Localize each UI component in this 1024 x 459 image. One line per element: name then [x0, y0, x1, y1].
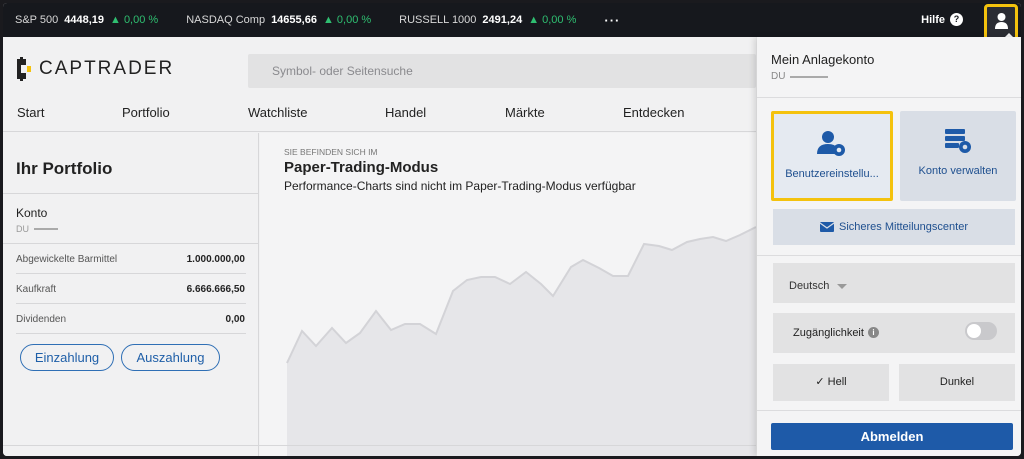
main-nav: Start Portfolio Watchliste Handel Märkte…: [3, 100, 756, 132]
logo-text: CAPTRADER: [39, 58, 175, 79]
nav-start[interactable]: Start: [17, 105, 44, 120]
help-icon: ?: [950, 13, 963, 26]
ticker-value: 4448,19: [64, 14, 104, 26]
market-ticker-bar: S&P 500 4448,19 ▲ 0,00 % NASDAQ Comp 146…: [3, 3, 1021, 44]
portfolio-panel: Ihr Portfolio Konto DU Abgewickelte Barm…: [3, 133, 259, 456]
language-value: Deutsch: [789, 280, 830, 292]
theme-light-label: Hell: [827, 376, 847, 388]
nav-maerkte[interactable]: Märkte: [505, 105, 545, 120]
ticker-item-nasdaq[interactable]: NASDAQ Comp 14655,66 ▲ 0,00 %: [186, 14, 371, 26]
theme-dark-button[interactable]: Dunkel: [899, 364, 1015, 401]
mode-eyebrow: SIE BEFINDEN SICH IM: [284, 147, 378, 157]
help-label: Hilfe: [921, 13, 945, 26]
divider: [3, 243, 259, 244]
check-icon: ✓: [815, 376, 825, 388]
balance-row: Abgewickelte Barmittel 1.000.000,00: [16, 254, 245, 265]
dividends-label: Dividenden: [16, 314, 67, 325]
theme-light-button[interactable]: ✓ Hell: [773, 364, 889, 401]
divider: [757, 97, 1021, 98]
ticker-item-sp500[interactable]: S&P 500 4448,19 ▲ 0,00 %: [15, 14, 158, 26]
logout-button[interactable]: Abmelden: [771, 423, 1013, 450]
divider: [3, 445, 756, 446]
user-settings-icon: [817, 131, 845, 156]
accessibility-label: Zugänglichkeit: [793, 327, 864, 339]
ticker-change: ▲ 0,00 %: [322, 14, 372, 26]
user-settings-button[interactable]: Benutzereinstellu...: [771, 111, 893, 201]
balance-value: 1.000.000,00: [186, 254, 245, 265]
chevron-down-icon: [837, 283, 848, 289]
buying-power-label: Kaufkraft: [16, 284, 57, 295]
redacted-id-bar: [790, 75, 829, 78]
ticker-item-russell[interactable]: RUSSELL 1000 2491,24 ▲ 0,00 %: [399, 14, 576, 26]
secure-message-center-label: Sicheres Mitteilungscenter: [838, 221, 968, 233]
nav-entdecken[interactable]: Entdecken: [623, 105, 684, 120]
divider: [16, 273, 246, 274]
manage-account-icon: [945, 129, 971, 153]
account-id-text: DU: [771, 71, 786, 82]
ticker-name: S&P 500: [15, 14, 59, 26]
divider: [757, 255, 1021, 256]
manage-account-label: Konto verwalten: [918, 165, 998, 177]
toggle-knob: [967, 324, 981, 338]
dividends-row: Dividenden 0,00: [16, 314, 245, 325]
accessibility-toggle[interactable]: [965, 322, 997, 340]
nav-portfolio[interactable]: Portfolio: [122, 105, 170, 120]
withdraw-button[interactable]: Auszahlung: [121, 344, 220, 371]
language-select[interactable]: Deutsch: [773, 263, 1015, 303]
manage-account-button[interactable]: Konto verwalten: [900, 111, 1016, 201]
envelope-icon: [819, 222, 835, 233]
performance-panel: SIE BEFINDEN SICH IM Paper-Trading-Modus…: [260, 133, 756, 456]
mode-description: Performance-Charts sind nicht im Paper-T…: [284, 179, 636, 193]
portfolio-title: Ihr Portfolio: [16, 159, 113, 178]
ticker-name: RUSSELL 1000: [399, 14, 477, 26]
logo-mark-icon: [17, 57, 31, 81]
account-id: DU: [771, 71, 829, 82]
ticker-change: ▲ 0,00 %: [528, 14, 577, 26]
ticker-value: 14655,66: [271, 14, 317, 26]
balance-label: Abgewickelte Barmittel: [16, 254, 118, 265]
info-icon[interactable]: i: [868, 327, 879, 338]
help-button[interactable]: Hilfe ?: [921, 13, 963, 26]
ticker-name: NASDAQ Comp: [186, 14, 266, 26]
mode-title: Paper-Trading-Modus: [284, 159, 439, 176]
account-menu-title: Mein Anlagekonto: [771, 52, 875, 67]
deposit-button[interactable]: Einzahlung: [20, 344, 114, 371]
theme-dark-label: Dunkel: [939, 376, 975, 388]
konto-id-text: DU: [16, 224, 29, 234]
more-ticker-button[interactable]: ···: [604, 13, 620, 28]
divider: [757, 410, 1021, 411]
buying-power-row: Kaufkraft 6.666.666,50: [16, 284, 245, 295]
konto-id: DU: [16, 224, 58, 234]
secure-message-center-button[interactable]: Sicheres Mitteilungscenter: [773, 209, 1015, 245]
main-area: CAPTRADER Symbol- oder Seitensuche Start…: [3, 37, 756, 456]
buying-power-value: 6.666.666,50: [186, 284, 245, 295]
divider: [3, 193, 259, 194]
app-window: S&P 500 4448,19 ▲ 0,00 % NASDAQ Comp 146…: [3, 3, 1021, 456]
nav-handel[interactable]: Handel: [385, 105, 426, 120]
account-dropdown: Mein Anlagekonto DU Benutzereinstellu...…: [757, 37, 1021, 456]
nav-watchliste[interactable]: Watchliste: [248, 105, 307, 120]
user-settings-label: Benutzereinstellu...: [785, 168, 879, 180]
divider: [16, 303, 246, 304]
dividends-value: 0,00: [225, 314, 245, 325]
ticker-value: 2491,24: [482, 14, 523, 26]
user-icon: [995, 13, 1008, 29]
divider: [16, 333, 246, 334]
redacted-id-bar: [34, 228, 58, 230]
ticker-change: ▲ 0,00 %: [110, 14, 159, 26]
captrader-logo[interactable]: CAPTRADER: [17, 57, 174, 81]
search-input[interactable]: Symbol- oder Seitensuche: [248, 54, 756, 88]
accessibility-row: Zugänglichkeit i: [773, 313, 1015, 353]
konto-label: Konto: [16, 206, 48, 220]
